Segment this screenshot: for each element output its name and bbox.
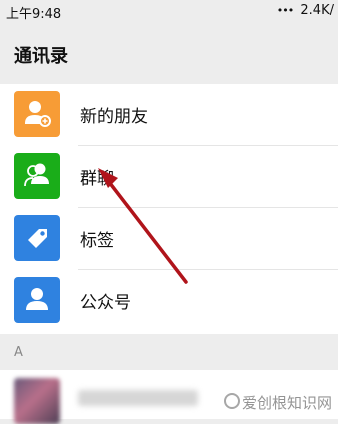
watermark-text: 爱创根知识网	[241, 394, 332, 412]
menu-item-label: 标签	[80, 231, 114, 251]
tag-icon	[14, 215, 60, 261]
page-header: 通讯录	[0, 22, 338, 84]
add-friend-icon	[14, 91, 60, 137]
official-account-icon	[14, 277, 60, 323]
watermark-logo-icon	[223, 393, 240, 409]
contacts-menu-list: 新的朋友 群聊 标签 公众号	[0, 84, 338, 334]
section-header: A	[0, 334, 338, 370]
status-time: 上午9:48	[6, 7, 62, 22]
menu-item-new-friends[interactable]: 新的朋友	[0, 84, 338, 146]
section-index-letter: A	[14, 345, 23, 360]
status-indicators: ••• 2.4K/	[277, 3, 334, 18]
page-title: 通讯录	[14, 46, 68, 67]
menu-item-tags[interactable]: 标签	[0, 208, 338, 270]
avatar	[14, 378, 60, 424]
contact-name	[78, 390, 198, 406]
watermark: 爱创根知识网	[223, 392, 332, 413]
status-bar: 上午9:48 ••• 2.4K/	[0, 0, 338, 22]
menu-item-label: 新的朋友	[80, 107, 148, 127]
menu-item-official-accounts[interactable]: 公众号	[0, 270, 338, 332]
menu-item-label: 公众号	[80, 293, 131, 313]
status-dots: •••	[276, 4, 294, 17]
menu-item-label: 群聊	[80, 169, 114, 189]
group-chat-icon	[14, 153, 60, 199]
network-speed: 2.4K/	[300, 3, 334, 18]
menu-item-group-chats[interactable]: 群聊	[0, 146, 338, 208]
